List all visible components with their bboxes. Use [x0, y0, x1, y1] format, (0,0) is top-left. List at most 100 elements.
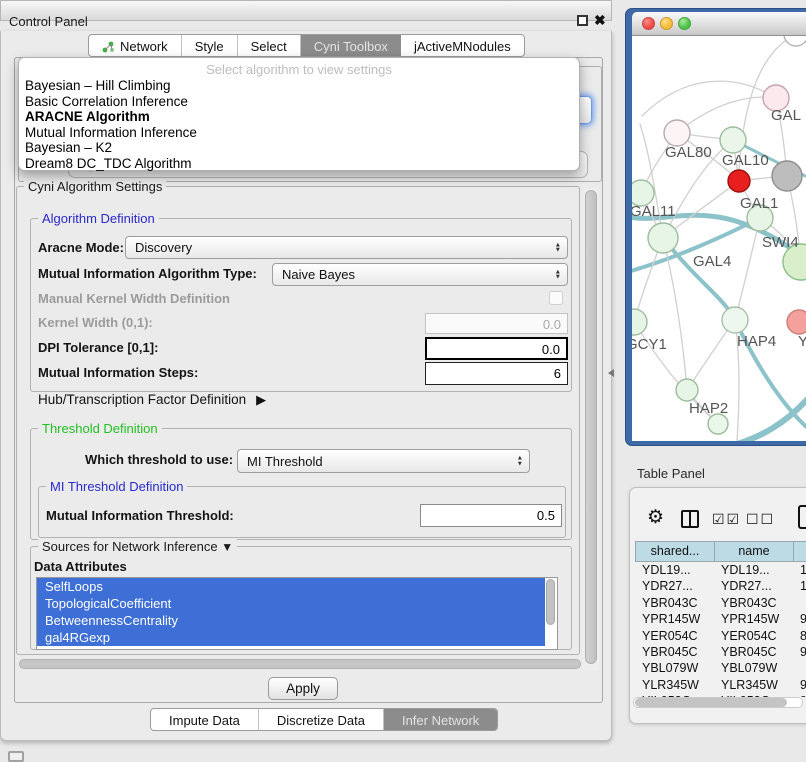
network-node-hap2[interactable]	[676, 379, 698, 401]
gear-icon[interactable]: ⚙	[647, 506, 664, 529]
manual-kernel-checkbox[interactable]	[549, 291, 563, 305]
tab-network[interactable]: Network	[89, 35, 182, 56]
sources-group-title[interactable]: Sources for Network Inference ▼	[38, 539, 237, 554]
tab-label: Discretize Data	[277, 713, 365, 728]
network-node-hap4[interactable]	[722, 307, 748, 333]
table-cell	[793, 595, 806, 611]
aracne-mode-value: Discovery	[135, 240, 192, 255]
traffic-light-close[interactable]	[642, 17, 655, 30]
table-cell: YLR345W	[635, 677, 714, 693]
table-row[interactable]: YLR345WYLR345W9.	[635, 677, 806, 693]
tab-select[interactable]: Select	[238, 35, 301, 56]
node-label: Y	[798, 333, 806, 350]
mi-threshold-input[interactable]: 0.5	[420, 504, 562, 527]
tab-label: Cyni Toolbox	[314, 39, 388, 54]
node-label: GCY1	[632, 336, 667, 353]
algorithm-option-list: Bayesian – Hill ClimbingBasic Correlatio…	[25, 78, 575, 172]
network-edge[interactable]	[677, 97, 776, 133]
network-titlebar[interactable]	[632, 12, 806, 36]
close-button[interactable]: ✖	[594, 12, 606, 29]
attribute-item[interactable]: SelfLoops	[37, 578, 545, 595]
collapse-arrow-icon[interactable]: ▼	[221, 540, 233, 554]
algorithm-option[interactable]: Mutual Information Inference	[25, 125, 575, 141]
tab-infer-network[interactable]: Infer Network	[384, 709, 497, 730]
network-node[interactable]	[708, 414, 728, 434]
algorithm-option[interactable]: Dream8 DC_TDC Algorithm	[25, 156, 575, 172]
table-cell: YBR043C	[635, 595, 714, 611]
network-node[interactable]	[772, 161, 802, 191]
table-row[interactable]: YDL19...YDL19...13	[635, 562, 806, 578]
dpi-tolerance-label: DPI Tolerance [0,1]:	[38, 340, 158, 355]
mi-steps-input[interactable]: 6	[425, 362, 568, 385]
attributes-list-scrollbar[interactable]	[546, 579, 555, 625]
checked-columns-icon[interactable]: ☑☑	[712, 511, 741, 528]
mi-threshold-label: Mutual Information Threshold:	[46, 508, 234, 523]
network-node-gal1[interactable]	[728, 170, 750, 192]
attribute-item[interactable]: TopologicalCoefficient	[37, 595, 545, 612]
network-edge[interactable]	[735, 218, 760, 320]
network-edge[interactable]	[663, 238, 735, 320]
node-label: GAL10	[722, 152, 769, 169]
column-layout-icon[interactable]	[681, 510, 699, 528]
expand-arrow-icon[interactable]: ▶	[256, 392, 266, 407]
which-threshold-label: Which threshold to use:	[85, 452, 233, 467]
table-panel-title: Table Panel	[637, 466, 705, 481]
unchecked-columns-icon[interactable]: ☐☐	[746, 511, 775, 528]
control-panel-titlebar: Control Panel ✖	[0, 0, 612, 21]
tab-jactivemnodules[interactable]: jActiveMNodules	[401, 35, 524, 56]
apply-button[interactable]: Apply	[268, 677, 338, 700]
node-label: GAL1	[740, 195, 778, 212]
table-cell: 12	[793, 578, 806, 594]
algorithm-option[interactable]: Bayesian – K2	[25, 140, 575, 156]
table-cell: YBR045C	[635, 644, 714, 660]
table-header-cell[interactable]: shared...	[635, 541, 714, 562]
table-row[interactable]: YPR145WYPR145W9.	[635, 611, 806, 627]
network-canvas[interactable]: GALGAL80GAL10GAL1SWI4GAL11GAL4GCY1HAP4YH…	[632, 36, 806, 441]
kernel-width-input[interactable]: 0.0	[425, 313, 568, 334]
network-graph: GALGAL80GAL10GAL1SWI4GAL11GAL4GCY1HAP4YH…	[632, 36, 806, 441]
network-node-gcy1[interactable]	[632, 309, 647, 335]
float-window-button[interactable]	[577, 15, 588, 26]
tab-impute-data[interactable]: Impute Data	[151, 709, 259, 730]
float-panel-icon[interactable]	[8, 751, 24, 762]
node-table: shared...name YDL19...YDL19...13YDR27...…	[635, 541, 806, 562]
traffic-light-minimize[interactable]	[660, 17, 673, 30]
table-row[interactable]: YDR27...YDR27...12	[635, 578, 806, 594]
network-node[interactable]	[784, 36, 806, 46]
aracne-mode-combo[interactable]: Discovery ▲▼	[125, 236, 568, 259]
table-row[interactable]: YBL079WYBL079W	[635, 660, 806, 676]
settings-vscrollbar-thumb[interactable]	[585, 190, 597, 664]
table-cell: 8.	[793, 628, 806, 644]
data-attributes-label: Data Attributes	[34, 559, 127, 574]
network-node-gal4[interactable]	[648, 223, 678, 253]
table-row[interactable]: YBR045CYBR045C9.	[635, 644, 806, 660]
clipped-toolbar-icon[interactable]	[798, 505, 806, 529]
hub-definition-header[interactable]: Hub/Transcription Factor Definition▶	[38, 392, 266, 408]
dpi-tolerance-input[interactable]: 0.0	[425, 337, 568, 360]
algorithm-option[interactable]: Basic Correlation Inference	[25, 94, 575, 110]
table-header-cell[interactable]	[793, 541, 806, 562]
table-row[interactable]: YBR043CYBR043C	[635, 595, 806, 611]
attribute-item[interactable]: BetweennessCentrality	[37, 612, 545, 629]
mi-steps-label: Mutual Information Steps:	[38, 365, 198, 380]
table-cell: YBR043C	[714, 595, 793, 611]
settings-hscrollbar-thumb[interactable]	[19, 659, 581, 669]
network-node-y[interactable]	[787, 310, 806, 334]
node-label: SWI4	[762, 234, 799, 251]
table-row[interactable]: YER054CYER054C8.	[635, 628, 806, 644]
tab-style[interactable]: Style	[182, 35, 238, 56]
traffic-light-zoom[interactable]	[678, 17, 691, 30]
tab-cyni-toolbox[interactable]: Cyni Toolbox	[301, 35, 401, 56]
network-node-gal80[interactable]	[664, 120, 690, 146]
network-node-gal10[interactable]	[720, 127, 746, 153]
network-edge[interactable]	[642, 81, 776, 116]
attribute-item[interactable]: gal4RGexp	[37, 629, 545, 646]
table-hscrollbar-thumb[interactable]	[635, 698, 787, 707]
mi-type-combo[interactable]: Naive Bayes ▲▼	[272, 263, 568, 286]
algorithm-option[interactable]: Bayesian – Hill Climbing	[25, 78, 575, 94]
tab-discretize-data[interactable]: Discretize Data	[259, 709, 384, 730]
network-edge[interactable]	[724, 394, 806, 441]
which-threshold-combo[interactable]: MI Threshold ▲▼	[237, 449, 530, 473]
table-header-cell[interactable]: name	[714, 541, 793, 562]
algorithm-option[interactable]: ARACNE Algorithm	[25, 109, 575, 125]
